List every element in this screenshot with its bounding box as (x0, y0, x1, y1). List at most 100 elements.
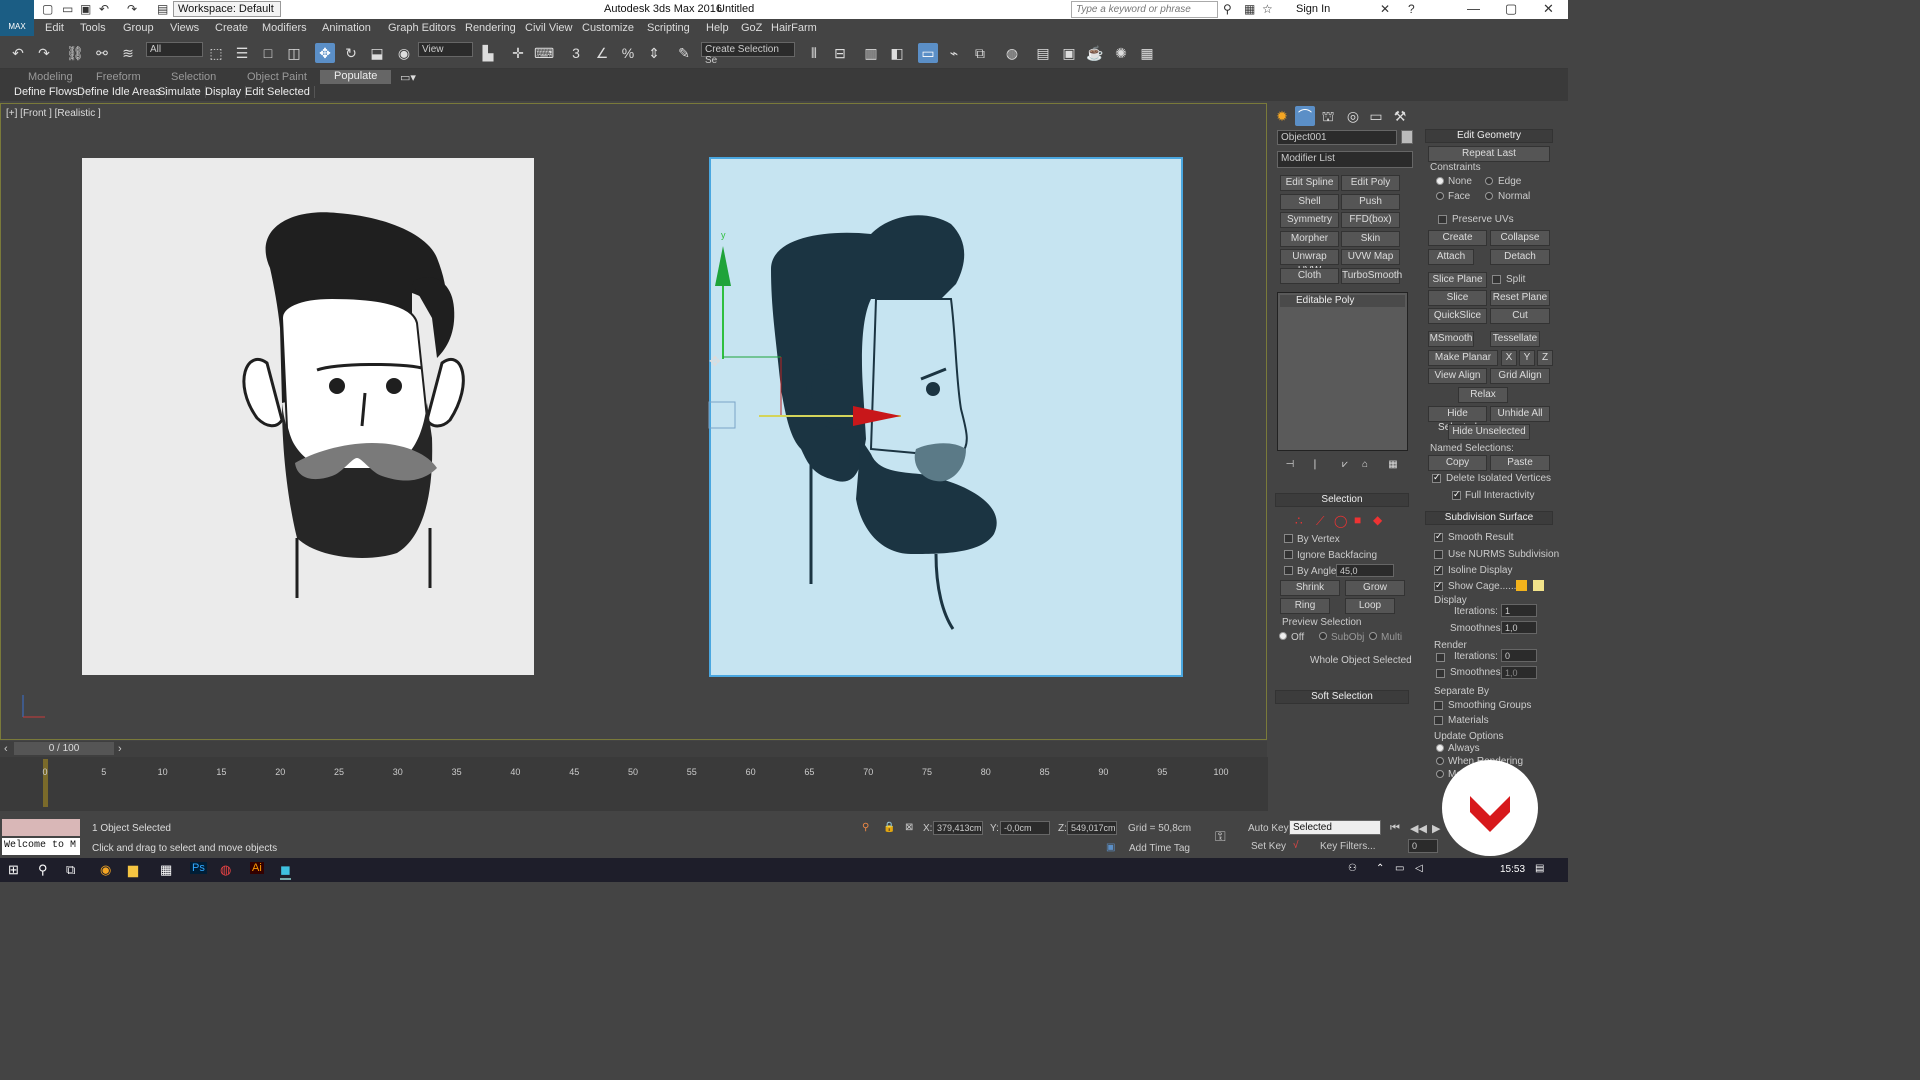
detach-button[interactable]: Detach (1490, 249, 1550, 265)
preview-multi-radio[interactable] (1369, 632, 1377, 640)
rect-selection-icon[interactable]: □ (258, 43, 278, 63)
configure-sets-icon[interactable]: ▦ (1383, 455, 1403, 475)
reset-plane-button[interactable]: Reset Plane (1490, 290, 1550, 306)
selection-rollout-header[interactable]: Selection (1275, 493, 1409, 507)
ribbon-tab-modeling[interactable]: Modeling (28, 71, 73, 83)
cage-selection-color-swatch[interactable] (1533, 580, 1544, 591)
tessellate-button[interactable]: Tessellate (1490, 331, 1540, 347)
mod-symmetry-button[interactable]: Symmetry (1280, 212, 1339, 228)
show-cage-checkbox[interactable] (1434, 580, 1443, 591)
maximize-icon[interactable]: ▢ (1505, 1, 1517, 17)
create-button[interactable]: Create (1428, 230, 1487, 246)
constraint-none-radio[interactable] (1436, 177, 1444, 185)
by-vertex-checkbox[interactable] (1284, 534, 1293, 543)
volume-icon[interactable]: ◁ (1415, 863, 1423, 874)
update-always-radio[interactable] (1436, 744, 1444, 752)
mod-edit-poly-button[interactable]: Edit Poly (1341, 175, 1400, 191)
unlink-icon[interactable]: ⚯ (92, 43, 112, 63)
menu-create[interactable]: Create (215, 22, 248, 34)
scene-explorer-icon[interactable]: ▥ (861, 43, 881, 63)
remove-modifier-icon[interactable]: ⌂ (1355, 455, 1375, 475)
ribbon-tab-populate[interactable]: Populate (320, 70, 392, 84)
tray-chevron-icon[interactable]: ⌃ (1376, 863, 1384, 874)
frame-indicator[interactable]: 0 / 100 (14, 742, 114, 755)
play-icon[interactable]: ▶ (1432, 822, 1440, 835)
make-planar-button[interactable]: Make Planar (1428, 350, 1498, 366)
time-prev-icon[interactable]: ‹ (4, 743, 8, 755)
schematic-view-icon[interactable]: ⧉ (970, 43, 990, 63)
snaps-toggle-icon[interactable]: 3 (566, 43, 586, 63)
current-frame-field[interactable]: 0 (1408, 839, 1438, 853)
redo-icon[interactable]: ↷ (34, 43, 54, 63)
notifications-icon[interactable]: ▤ (1535, 863, 1544, 874)
percent-snap-icon[interactable]: % (618, 43, 638, 63)
key-mode-dropdown[interactable]: Selected (1289, 820, 1381, 835)
hide-unselected-button[interactable]: Hide Unselected (1448, 424, 1530, 440)
menu-hairfarm[interactable]: HairFarm (771, 22, 817, 34)
attach-button[interactable]: Attach (1428, 249, 1474, 265)
delete-isolated-checkbox[interactable] (1432, 472, 1441, 483)
viewport-label[interactable]: [+] [Front ] [Realistic ] (6, 108, 101, 119)
ref-coord-dropdown[interactable]: View (418, 42, 473, 57)
sign-in-link[interactable]: Sign In (1296, 3, 1330, 15)
menu-tools[interactable]: Tools (80, 22, 106, 34)
planar-x-button[interactable]: X (1501, 350, 1517, 366)
use-nurms-checkbox[interactable] (1434, 550, 1443, 559)
ribbon-tab-selection[interactable]: Selection (171, 71, 216, 83)
render-icon[interactable]: ☕ (1085, 43, 1105, 63)
view-align-button[interactable]: View Align (1428, 368, 1487, 384)
paste-button[interactable]: Paste (1490, 455, 1550, 471)
full-interactivity-checkbox[interactable] (1452, 489, 1461, 500)
place-icon[interactable]: ◉ (394, 43, 414, 63)
copy-button[interactable]: Copy (1428, 455, 1487, 471)
material-editor-icon[interactable]: ◍ (1002, 43, 1022, 63)
materials-checkbox[interactable] (1434, 716, 1443, 725)
curve-editor-icon[interactable]: ⌁ (944, 43, 964, 63)
align-icon[interactable]: ⊟ (830, 43, 850, 63)
scale-icon[interactable]: ⬓ (367, 43, 387, 63)
named-selection-dropdown[interactable]: Create Selection Se (701, 42, 795, 66)
element-mode-icon[interactable]: ◆ (1373, 513, 1382, 527)
display-iterations-spinner[interactable]: 1 (1501, 604, 1537, 617)
selection-filter-dropdown[interactable]: All (146, 42, 203, 57)
move-gizmo[interactable]: y ✥ (701, 224, 921, 434)
smoothing-groups-checkbox[interactable] (1434, 701, 1443, 710)
modifier-list-dropdown[interactable]: Modifier List (1277, 151, 1413, 168)
by-angle-checkbox[interactable] (1284, 566, 1293, 575)
ribbon-define-flows[interactable]: Define Flows (10, 86, 83, 98)
time-next-icon[interactable]: › (118, 743, 122, 755)
show-end-result-icon[interactable]: ❘ (1305, 455, 1325, 475)
grow-button[interactable]: Grow (1345, 580, 1405, 596)
preserve-uvs-checkbox[interactable] (1438, 215, 1447, 224)
minimize-icon[interactable]: — (1467, 1, 1480, 16)
keyboard-shortcut-icon[interactable]: ⌨ (534, 43, 554, 63)
shrink-button[interactable]: Shrink (1280, 580, 1340, 596)
maxscript-mini-listener[interactable]: Welcome to M (2, 838, 80, 855)
subscription-icon[interactable]: ▦ (1244, 2, 1255, 16)
layer-explorer-icon[interactable]: ◧ (887, 43, 907, 63)
app-pinned-icon[interactable]: ◉ (100, 862, 111, 878)
render-smoothness-checkbox[interactable] (1436, 669, 1445, 678)
add-time-tag-button[interactable]: Add Time Tag (1129, 843, 1190, 854)
selection-lock-icon[interactable]: 🔒 (883, 822, 895, 833)
star-icon[interactable]: ☆ (1262, 2, 1273, 16)
border-mode-icon[interactable]: ◯ (1334, 514, 1347, 528)
select-by-name-icon[interactable]: ☰ (232, 43, 252, 63)
menu-civil-view[interactable]: Civil View (525, 22, 572, 34)
mod-cloth-button[interactable]: Cloth (1280, 268, 1339, 284)
mod-turbosmooth-button[interactable]: TurboSmooth (1341, 268, 1402, 284)
search-taskbar-icon[interactable]: ⚲ (38, 862, 48, 878)
network-icon[interactable]: ▭ (1395, 863, 1404, 874)
exchange-icon[interactable]: ✕ (1380, 2, 1390, 16)
menu-customize[interactable]: Customize (582, 22, 634, 34)
file-explorer-icon[interactable]: ▆ (128, 862, 138, 878)
previous-frame-icon[interactable]: ◀◀ (1410, 822, 1427, 835)
collapse-button[interactable]: Collapse (1490, 230, 1550, 246)
constraint-edge-radio[interactable] (1485, 177, 1493, 185)
constraint-face-radio[interactable] (1436, 192, 1444, 200)
menu-group[interactable]: Group (123, 22, 154, 34)
y-coordinate-field[interactable]: -0,0cm (1000, 821, 1050, 835)
save-file-icon[interactable]: ▣ (80, 2, 91, 16)
window-crossing-icon[interactable]: ◫ (284, 43, 304, 63)
constraint-normal-radio[interactable] (1485, 192, 1493, 200)
